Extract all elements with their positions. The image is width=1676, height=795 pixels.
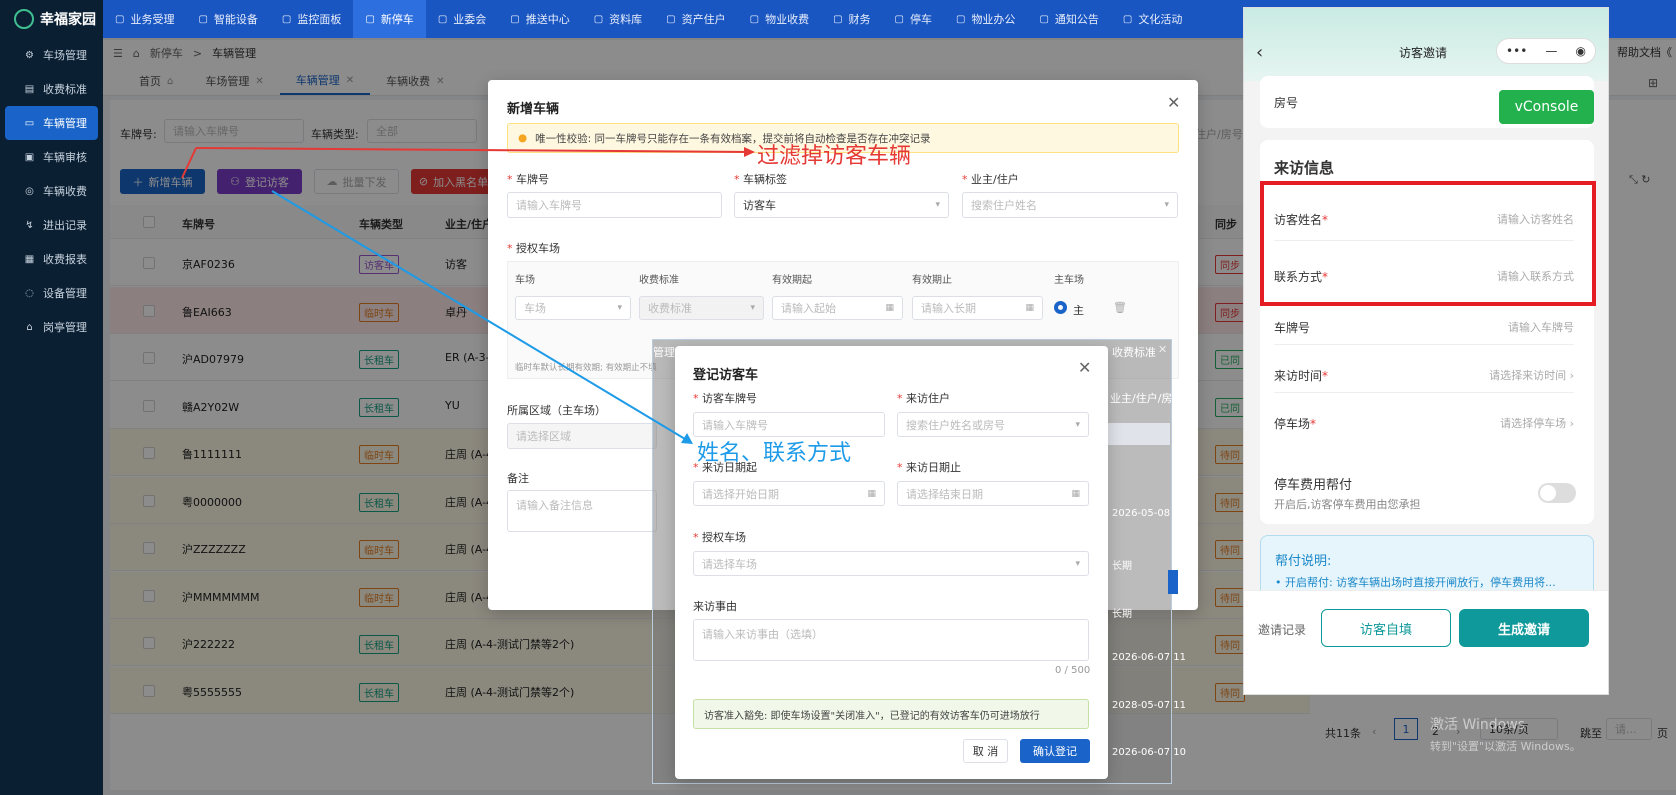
visitor-self-fill-button[interactable]: 访客自填	[1321, 609, 1451, 647]
capsule-menu[interactable]: ••• — ◉	[1496, 38, 1596, 64]
more-icon[interactable]: •••	[1506, 44, 1527, 58]
room-label: 房号	[1274, 96, 1299, 110]
blue-arrow-line	[271, 190, 691, 443]
back-icon[interactable]: ‹	[1256, 42, 1263, 63]
divider	[1274, 240, 1574, 241]
parking-lot-row[interactable]: 停车场* 请选择停车场 ›	[1274, 415, 1574, 432]
highlight-box	[1260, 181, 1596, 306]
red-arrow-head	[744, 147, 755, 157]
contact-row[interactable]: 联系方式* 请输入联系方式	[1274, 268, 1574, 285]
fee-help-toggle[interactable]	[1538, 483, 1576, 503]
plate-row[interactable]: 车牌号 请输入车牌号	[1274, 319, 1574, 336]
generate-invite-button[interactable]: 生成邀请	[1459, 609, 1589, 647]
minimize-icon[interactable]: —	[1545, 44, 1557, 58]
divider	[1274, 392, 1574, 393]
divider	[1274, 344, 1574, 345]
target-icon[interactable]: ◉	[1575, 44, 1585, 58]
visitor-name-row[interactable]: 访客姓名* 请输入访客姓名	[1274, 211, 1574, 228]
visit-time-row[interactable]: 来访时间* 请选择来访时间 ›	[1274, 367, 1574, 384]
fee-help-desc: 开启后,访客停车费用由您承担	[1274, 498, 1421, 511]
mobile-preview: ‹ 访客邀请 ••• — ◉ 房号 vConsole 来访信息 访客姓名* 请输入访客…	[1243, 7, 1609, 695]
red-arrow-tail	[181, 147, 197, 179]
fee-help-title: 停车费用帮付	[1274, 478, 1353, 493]
mobile-title: 访客邀请	[1399, 46, 1448, 60]
fields-note-annotation: 姓名、联系方式	[697, 441, 852, 466]
filter-note-annotation: 过滤掉访客车辆	[757, 144, 912, 169]
help-note-title: 帮付说明:	[1275, 554, 1332, 569]
visit-info-title: 来访信息	[1274, 159, 1335, 177]
invite-records-link[interactable]: 邀请记录	[1258, 621, 1306, 638]
room-card: 房号 vConsole	[1260, 76, 1594, 128]
help-note-text: • 开启帮付: 访客车辆出场时直接开闸放行，停车费用将...	[1275, 576, 1556, 589]
mobile-header: ‹ 访客邀请 ••• — ◉	[1244, 8, 1608, 81]
vconsole-button[interactable]: vConsole	[1499, 90, 1594, 124]
fee-help-card: 停车费用帮付 开启后,访客停车费用由您承担	[1260, 458, 1594, 524]
red-arrow-line	[195, 147, 753, 153]
mobile-footer: 邀请记录 访客自填 生成邀请	[1244, 590, 1608, 694]
